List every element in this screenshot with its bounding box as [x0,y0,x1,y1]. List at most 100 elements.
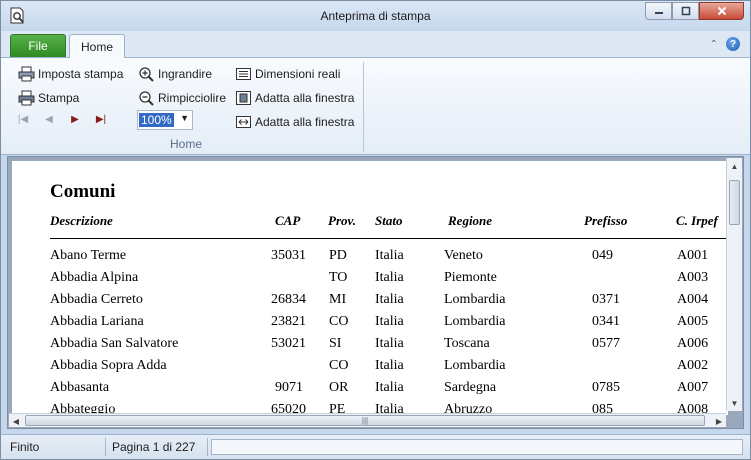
last-page-icon[interactable]: ▶| [94,114,108,125]
tab-file[interactable]: File [10,34,66,57]
minimize-button[interactable] [645,2,672,20]
cell-regione: Lombardia [444,292,506,307]
chevron-down-icon[interactable]: ▼ [180,113,189,123]
cell-regione: Piemonte [444,270,497,285]
status-separator [105,438,106,456]
close-icon [717,6,726,16]
cell-prefisso: 049 [592,248,613,263]
print-preview-window: Anteprima di stampa File Home ⌃ ? Impost… [0,0,751,460]
table-row: Abbadia Sopra Adda CO Italia Lombardia A… [12,358,728,380]
zoom-out-button[interactable]: Rimpicciolire [138,90,226,106]
minimize-icon [654,12,663,14]
first-page-icon[interactable]: |◀ [16,114,30,125]
table-row: Abbadia San Salvatore 53021 SI Italia To… [12,336,728,358]
column-header-c-irpef: C. Irpef [676,213,718,228]
tab-home[interactable]: Home [69,34,125,58]
zoom-value: 100% [139,113,174,127]
status-page: Pagina 1 di 227 [112,440,196,454]
cell-stato: Italia [375,314,404,329]
scroll-right-icon[interactable]: ▶ [712,414,726,428]
cell-cap: 53021 [271,336,306,351]
next-page-icon[interactable]: ▶ [68,114,82,125]
cell-descrizione: Abbadia Sopra Adda [50,358,167,373]
column-header-stato: Stato [375,213,403,228]
help-icon[interactable]: ? [726,37,740,51]
actual-size-icon [236,68,251,80]
scroll-down-icon[interactable]: ▼ [727,395,742,411]
cell-descrizione: Abbadia Alpina [50,270,139,285]
cell-prefisso: 0577 [592,336,620,351]
fit-window-button-1[interactable]: Adatta alla finestra [235,90,354,106]
cell-regione: Toscana [444,336,490,351]
cell-regione: Sardegna [444,380,497,395]
cell-cap: 9071 [275,380,303,395]
title-bar: Anteprima di stampa [1,1,750,31]
fit-window-label-1: Adatta alla finestra [255,91,355,105]
vertical-scroll-thumb[interactable] [729,180,740,225]
cell-prov: SI [329,336,342,351]
zoom-select[interactable]: 100% ▼ [137,110,193,130]
column-header-descrizione: Descrizione [50,213,113,228]
status-bar: Finito Pagina 1 di 227 [1,434,750,459]
fit-width-icon [236,116,251,128]
cell-descrizione: Abano Terme [50,248,127,263]
cell-c-irpef: A004 [677,292,709,307]
table-row: Abbadia Cerreto 26834 MI Italia Lombardi… [12,292,728,314]
status-separator [207,438,208,456]
cell-descrizione: Abbasanta [50,380,110,395]
horizontal-scroll-thumb[interactable]: ||| [25,415,705,426]
cell-prov: OR [329,380,349,395]
window-title: Anteprima di stampa [320,9,431,23]
scroll-up-icon[interactable]: ▲ [727,158,742,174]
cell-stato: Italia [375,336,404,351]
cell-regione: Lombardia [444,358,506,373]
page-setup-button[interactable]: Imposta stampa [18,66,123,82]
cell-cap: 26834 [271,292,306,307]
cell-c-irpef: A005 [677,314,709,329]
cell-c-irpef: A007 [677,380,709,395]
previous-page-icon[interactable]: ◀ [42,114,56,125]
cell-stato: Italia [375,270,404,285]
table-row: Abbasanta 9071 OR Italia Sardegna 0785 A… [12,380,728,402]
scroll-left-icon[interactable]: ◀ [9,414,23,428]
zoom-in-label: Ingrandire [158,67,213,81]
report-title: Comuni [50,181,116,202]
column-header-regione: Regione [448,213,493,228]
minimize-ribbon-icon[interactable]: ⌃ [710,39,718,50]
status-progress-bar [211,439,743,455]
cell-stato: Italia [375,292,404,307]
zoom-in-button[interactable]: Ingrandire [138,66,212,82]
page-navigation: |◀ ◀ ▶ ▶| [16,114,108,125]
cell-c-irpef: A006 [677,336,709,351]
preview-area: Comuni Descrizione CAP Prov. Stato Regio… [7,156,744,429]
column-header-prefisso: Prefisso [584,213,628,228]
close-button[interactable] [699,2,744,20]
fit-window-label-2: Adatta alla finestra [255,115,355,129]
vertical-scrollbar[interactable]: ▲ ▼ [726,158,742,411]
horizontal-scrollbar[interactable]: ◀ ||| ▶ [9,413,726,427]
column-header-prov: Prov. [328,213,357,228]
cell-cap: 35031 [271,248,306,263]
cell-prov: PD [329,248,347,263]
ribbon-tab-row: File Home ⌃ ? [1,31,750,58]
cell-cap: 23821 [271,314,306,329]
table-row: Abano Terme 35031 PD Italia Veneto 049 A… [12,248,728,270]
cell-stato: Italia [375,358,404,373]
zoom-in-icon [139,67,154,82]
cell-descrizione: Abbadia Cerreto [50,292,143,307]
ribbon-panel: Imposta stampa Stampa |◀ ◀ ▶ ▶| Ingrandi [1,57,750,155]
print-button[interactable]: Stampa [18,90,79,106]
fit-page-icon [236,91,251,105]
cell-c-irpef: A001 [677,248,709,263]
cell-descrizione: Abbadia Lariana [50,314,144,329]
header-rule [50,238,728,239]
printer-setup-icon [18,66,35,82]
table-row: Abbadia Lariana 23821 CO Italia Lombardi… [12,314,728,336]
printer-icon [18,90,35,106]
actual-size-button[interactable]: Dimensioni reali [235,66,340,82]
fit-window-button-2[interactable]: Adatta alla finestra [235,114,354,130]
cell-descrizione: Abbadia San Salvatore [50,336,179,351]
maximize-button[interactable] [672,2,699,20]
maximize-icon [681,6,690,16]
cell-regione: Veneto [444,248,483,263]
